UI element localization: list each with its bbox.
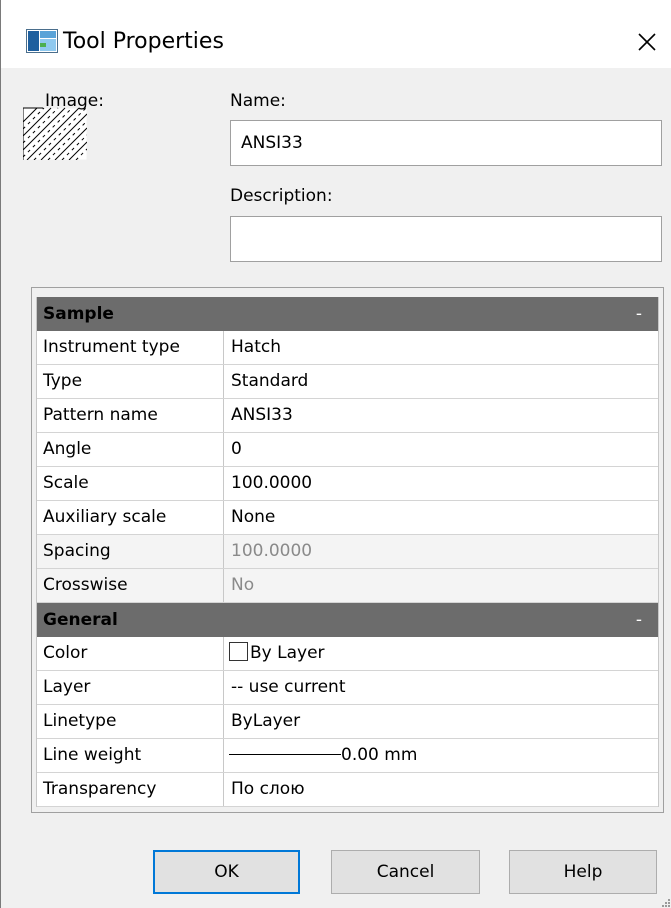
- section-title: Sample: [43, 304, 114, 324]
- line-weight-value: 0.00 mm: [341, 745, 418, 765]
- property-key: Crosswise: [37, 569, 224, 602]
- close-button[interactable]: [627, 22, 667, 62]
- property-value[interactable]: ByLayer: [224, 705, 658, 738]
- property-key: Instrument type: [37, 331, 224, 364]
- property-value: 100.0000: [224, 535, 658, 568]
- collapse-toggle[interactable]: -: [636, 297, 642, 331]
- name-label: Name:: [230, 91, 286, 111]
- image-label: Image:: [45, 91, 104, 111]
- property-row-crosswise: Crosswise No: [37, 569, 658, 603]
- property-key: Angle: [37, 433, 224, 466]
- property-key: Layer: [37, 671, 224, 704]
- ok-button[interactable]: OK: [153, 850, 300, 894]
- property-key: Pattern name: [37, 399, 224, 432]
- resize-grip-icon[interactable]: [659, 896, 671, 908]
- line-weight-sample-icon: [229, 754, 341, 755]
- property-value: No: [224, 569, 658, 602]
- property-row-auxiliary-scale[interactable]: Auxiliary scale None: [37, 501, 658, 535]
- property-row-line-weight[interactable]: Line weight 0.00 mm: [37, 739, 658, 773]
- property-row-angle[interactable]: Angle 0: [37, 433, 658, 467]
- property-grid: Sample - Instrument type Hatch Type Stan…: [36, 297, 659, 807]
- property-row-spacing: Spacing 100.0000: [37, 535, 658, 569]
- property-value[interactable]: None: [224, 501, 658, 534]
- window-title: Tool Properties: [63, 29, 224, 54]
- property-value-line-weight[interactable]: 0.00 mm: [224, 739, 658, 772]
- property-row-scale[interactable]: Scale 100.0000: [37, 467, 658, 501]
- section-header-general[interactable]: General -: [37, 603, 658, 637]
- property-key: Spacing: [37, 535, 224, 568]
- property-key: Color: [37, 637, 224, 670]
- property-value[interactable]: 100.0000: [224, 467, 658, 500]
- property-value[interactable]: -- use current: [224, 671, 658, 704]
- color-swatch-icon: [229, 642, 248, 661]
- property-row-linetype[interactable]: Linetype ByLayer: [37, 705, 658, 739]
- close-icon: [638, 33, 656, 51]
- property-row-type[interactable]: Type Standard: [37, 365, 658, 399]
- property-key: Transparency: [37, 773, 224, 806]
- property-value[interactable]: ANSI33: [224, 399, 658, 432]
- collapse-toggle[interactable]: -: [636, 603, 642, 637]
- color-value: By Layer: [250, 643, 325, 663]
- name-input[interactable]: ANSI33: [230, 120, 662, 166]
- cancel-button[interactable]: Cancel: [331, 850, 480, 894]
- property-key: Auxiliary scale: [37, 501, 224, 534]
- property-row-transparency[interactable]: Transparency По слою: [37, 773, 658, 807]
- section-header-sample[interactable]: Sample -: [37, 297, 658, 331]
- title-bar: Tool Properties: [1, 0, 671, 68]
- property-row-instrument-type[interactable]: Instrument type Hatch: [37, 331, 658, 365]
- property-row-pattern-name[interactable]: Pattern name ANSI33: [37, 399, 658, 433]
- property-value-color[interactable]: By Layer: [224, 637, 658, 670]
- property-value[interactable]: 0: [224, 433, 658, 466]
- help-button[interactable]: Help: [509, 850, 657, 894]
- property-value[interactable]: Standard: [224, 365, 658, 398]
- property-key: Scale: [37, 467, 224, 500]
- tool-properties-dialog: Tool Properties Image: Name: ANSI33 Desc…: [0, 0, 671, 908]
- description-input[interactable]: [230, 216, 662, 262]
- property-row-layer[interactable]: Layer -- use current: [37, 671, 658, 705]
- property-key: Type: [37, 365, 224, 398]
- property-key: Linetype: [37, 705, 224, 738]
- section-title: General: [43, 610, 118, 630]
- tool-properties-app-icon: [26, 29, 58, 53]
- property-value[interactable]: По слою: [224, 773, 658, 806]
- property-value[interactable]: Hatch: [224, 331, 658, 364]
- description-label: Description:: [230, 186, 333, 206]
- property-key: Line weight: [37, 739, 224, 772]
- property-row-color[interactable]: Color By Layer: [37, 637, 658, 671]
